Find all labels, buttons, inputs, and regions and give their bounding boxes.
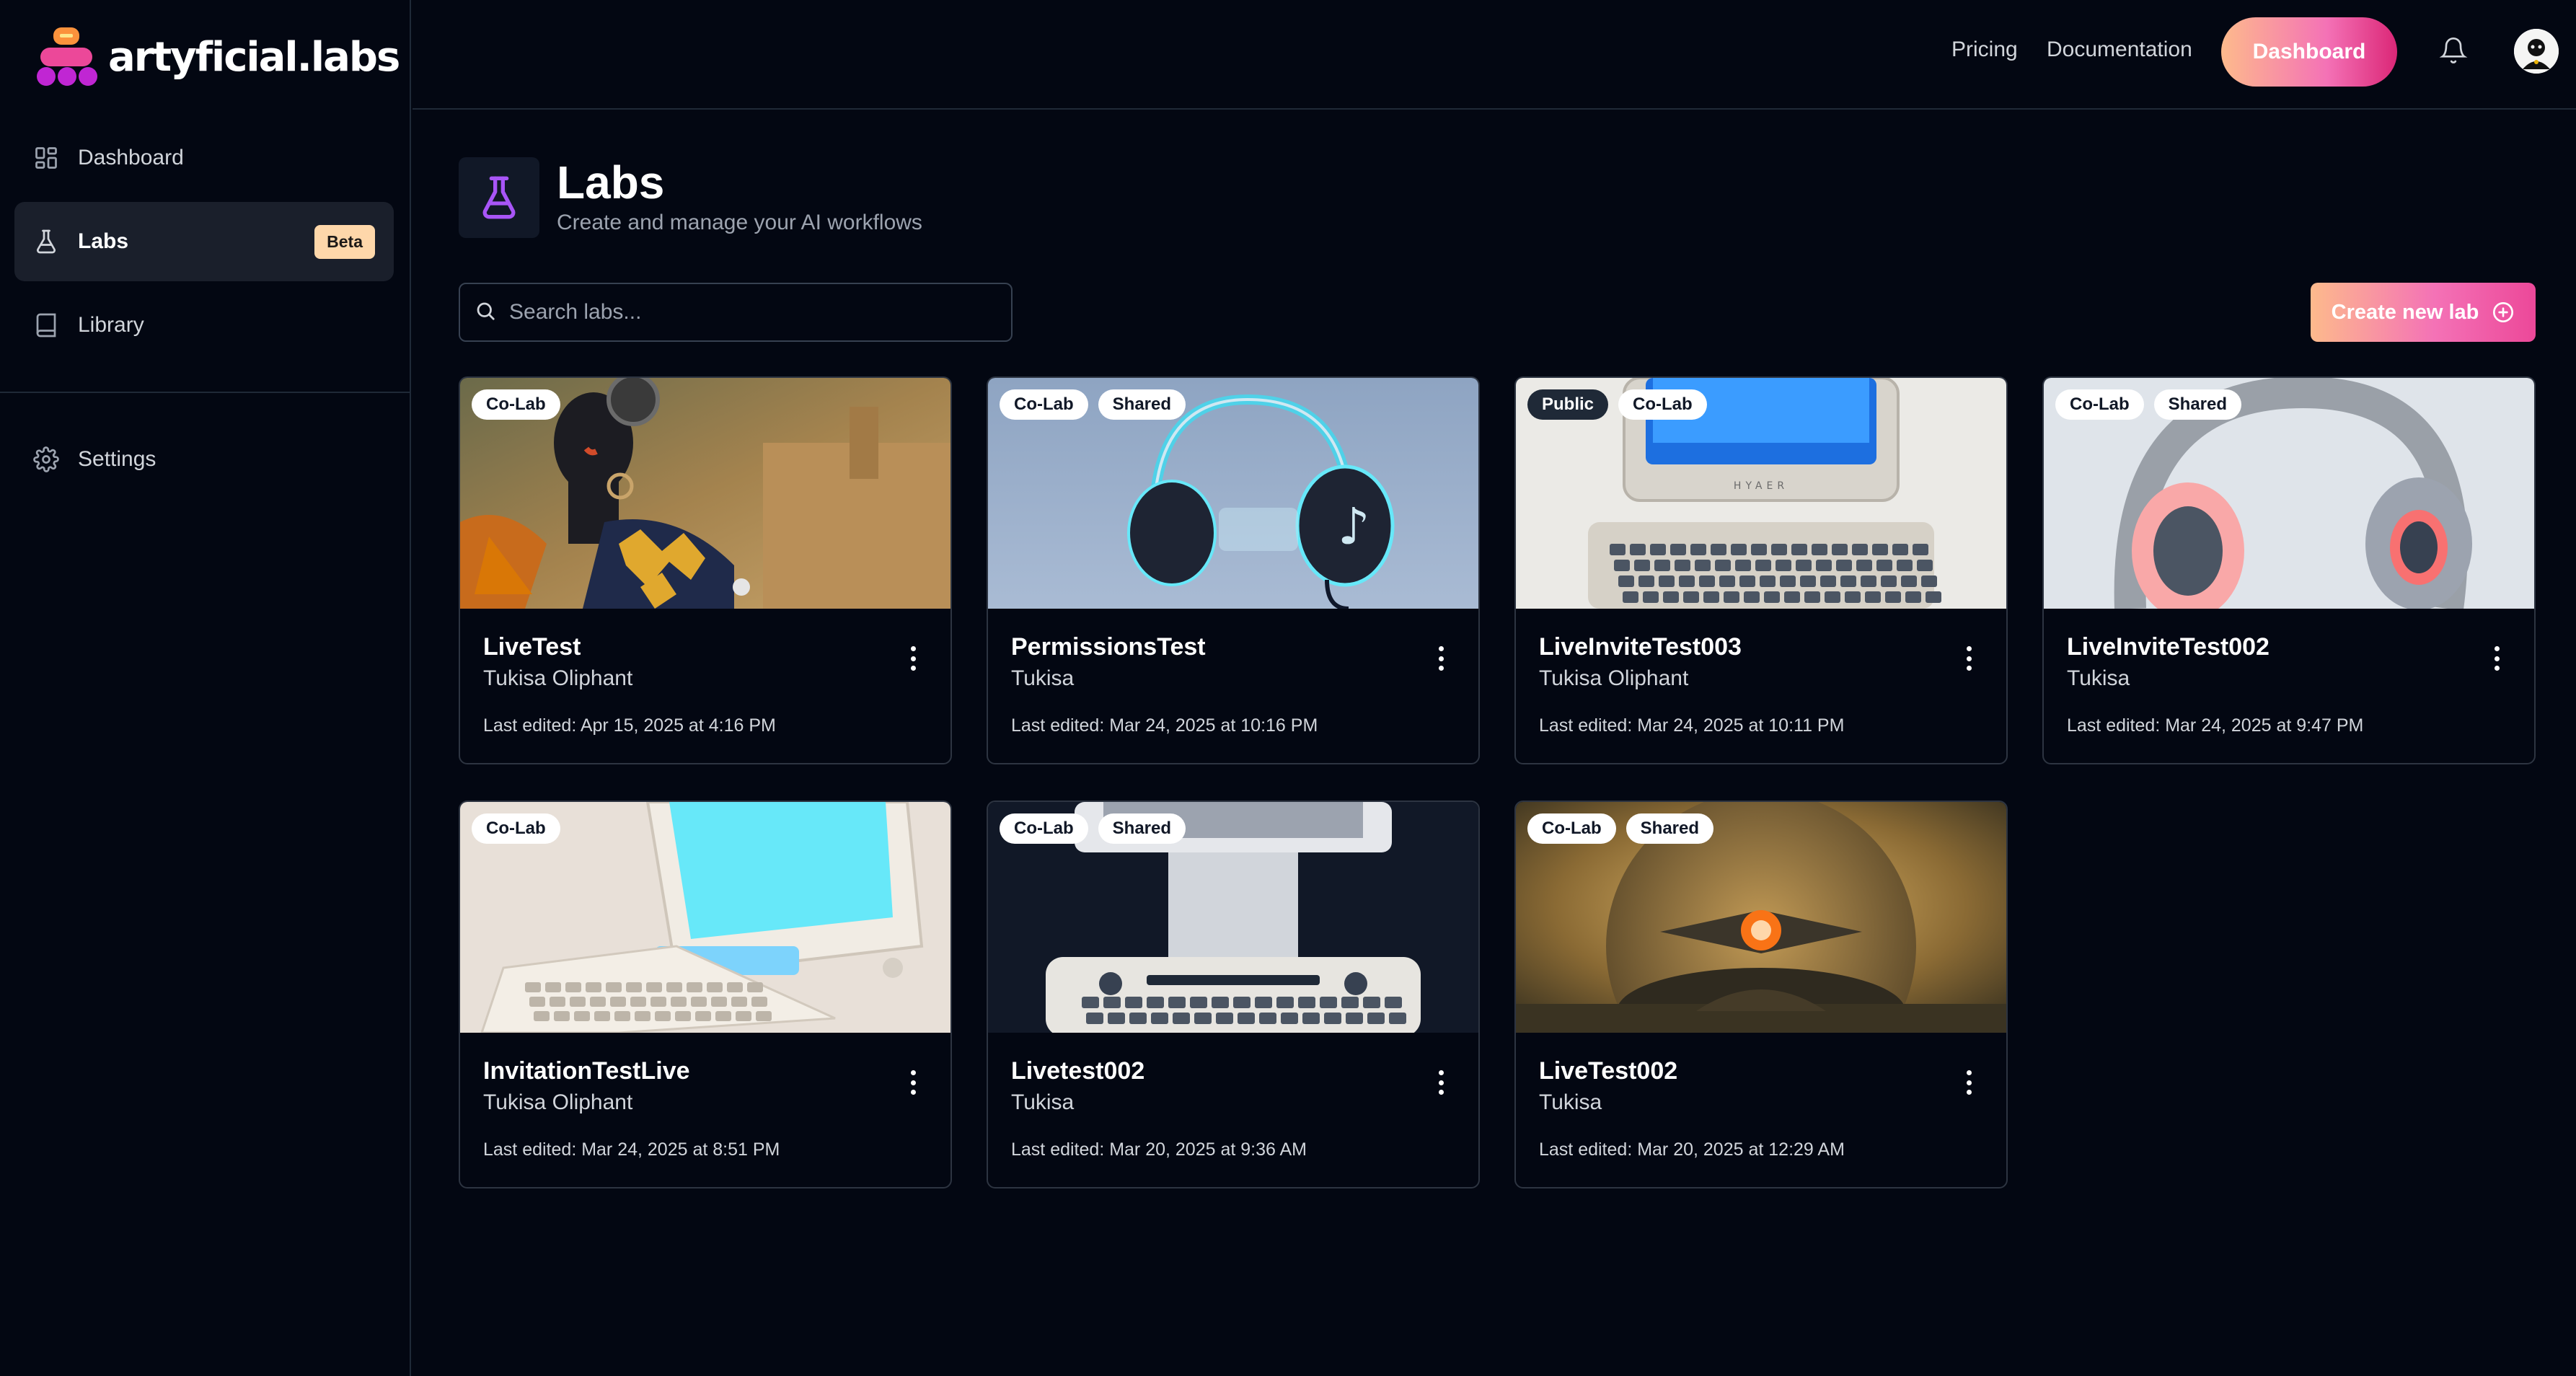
more-options-icon[interactable] — [907, 1070, 919, 1095]
sidebar-divider — [0, 392, 411, 393]
lab-title: LiveInviteTest002 — [2067, 633, 2270, 661]
lab-card-livetest002-b[interactable]: Co-Lab Shared LiveTest002 Tukisa Last ed… — [1514, 801, 2008, 1188]
status-badge: Shared — [1098, 389, 1186, 420]
lab-card-livetest[interactable]: Co-Lab LiveTest Tukisa Oliphant Last edi… — [459, 376, 952, 764]
badge-group: Co-Lab Shared — [1000, 813, 1186, 844]
more-options-icon[interactable] — [1963, 1070, 1975, 1095]
lab-card-livetest002[interactable]: Co-Lab Shared Livetest002 Tukisa Last ed… — [987, 801, 1480, 1188]
documentation-link[interactable]: Documentation — [2047, 38, 2192, 62]
sidebar-item-label: Dashboard — [78, 146, 184, 169]
sidebar-item-label: Settings — [78, 447, 156, 471]
page-subtitle: Create and manage your AI workflows — [557, 211, 922, 234]
lab-card-permissionstest[interactable]: ♪ Co-Lab Shared PermissionsTest Tukisa L… — [987, 376, 1480, 764]
lab-owner: Tukisa Oliphant — [1539, 666, 1689, 690]
lab-last-edited: Last edited: Mar 24, 2025 at 10:16 PM — [1011, 715, 1318, 736]
badge-group: Co-Lab Shared — [1527, 813, 1714, 844]
badge-group: Co-Lab Shared — [1000, 389, 1186, 420]
more-options-icon[interactable] — [2491, 646, 2502, 671]
status-badge: Co-Lab — [1000, 389, 1088, 420]
flask-icon — [32, 227, 61, 256]
lab-last-edited: Last edited: Mar 24, 2025 at 10:11 PM — [1539, 715, 1845, 736]
sidebar: artyficial.labs Dashboard Labs Beta Libr… — [0, 0, 411, 1376]
more-options-icon[interactable] — [1435, 1070, 1447, 1095]
flask-icon — [482, 176, 516, 219]
status-badge: Shared — [2153, 389, 2242, 420]
badge-group: Co-Lab — [472, 813, 560, 844]
status-badge: Co-Lab — [2055, 389, 2144, 420]
gear-icon — [32, 445, 61, 474]
lab-owner: Tukisa Oliphant — [483, 1090, 633, 1114]
page-title: Labs — [557, 156, 665, 208]
logo-icon — [36, 26, 98, 88]
badge-group: Public Co-Lab — [1527, 389, 1707, 420]
sidebar-item-library[interactable]: Library — [14, 286, 394, 365]
lab-last-edited: Last edited: Mar 24, 2025 at 8:51 PM — [483, 1139, 780, 1160]
lab-last-edited: Last edited: Apr 15, 2025 at 4:16 PM — [483, 715, 776, 736]
pricing-link[interactable]: Pricing — [1951, 38, 2018, 62]
status-badge: Co-Lab — [472, 813, 560, 844]
sidebar-item-settings[interactable]: Settings — [14, 420, 394, 499]
search-input[interactable] — [509, 300, 971, 325]
status-badge: Shared — [1626, 813, 1714, 844]
status-badge: Co-Lab — [1527, 813, 1616, 844]
lab-card-invitationtestlive[interactable]: Co-Lab InvitationTestLive Tukisa Oliphan… — [459, 801, 952, 1188]
search-box[interactable] — [459, 283, 1013, 342]
lab-title: Livetest002 — [1011, 1057, 1145, 1085]
status-badge: Co-Lab — [472, 389, 560, 420]
beta-badge: Beta — [314, 225, 375, 259]
status-badge: Co-Lab — [1618, 389, 1707, 420]
create-new-lab-button[interactable]: Create new lab — [2311, 283, 2536, 342]
badge-group: Co-Lab — [472, 389, 560, 420]
sidebar-item-dashboard[interactable]: Dashboard — [14, 118, 394, 198]
sidebar-item-label: Library — [78, 313, 144, 337]
lab-owner: Tukisa — [2067, 666, 2130, 690]
sidebar-item-label: Labs — [78, 229, 129, 253]
status-badge: Public — [1527, 389, 1609, 420]
book-icon — [32, 311, 61, 340]
status-badge: Shared — [1098, 813, 1186, 844]
badge-group: Co-Lab Shared — [2055, 389, 2242, 420]
user-avatar[interactable] — [2514, 29, 2559, 74]
lab-owner: Tukisa — [1011, 666, 1075, 690]
more-options-icon[interactable] — [907, 646, 919, 671]
plus-circle-icon — [2492, 301, 2515, 324]
lab-title: LiveInviteTest003 — [1539, 633, 1742, 661]
lab-title: PermissionsTest — [1011, 633, 1206, 661]
lab-owner: Tukisa — [1539, 1090, 1602, 1114]
dashboard-grid-icon — [32, 144, 61, 172]
lab-card-liveinvitetest003[interactable]: HYAER Public Co-Lab LiveInviteTest003 Tu… — [1514, 376, 2008, 764]
lab-title: LiveTest002 — [1539, 1057, 1678, 1085]
dashboard-button[interactable]: Dashboard — [2221, 17, 2397, 87]
more-options-icon[interactable] — [1435, 646, 1447, 671]
sidebar-item-labs[interactable]: Labs Beta — [14, 202, 394, 281]
search-icon — [475, 300, 496, 325]
svg-text:♪: ♪ — [1338, 497, 1370, 556]
create-button-label: Create new lab — [2331, 300, 2479, 324]
status-badge: Co-Lab — [1000, 813, 1088, 844]
lab-last-edited: Last edited: Mar 24, 2025 at 9:47 PM — [2067, 715, 2364, 736]
brand-logo[interactable]: artyficial.labs — [36, 25, 400, 89]
brand-name: artyficial.labs — [108, 33, 400, 81]
lab-card-liveinvitetest002[interactable]: Co-Lab Shared LiveInviteTest002 Tukisa L… — [2042, 376, 2536, 764]
lab-title: InvitationTestLive — [483, 1057, 690, 1085]
lab-owner: Tukisa — [1011, 1090, 1075, 1114]
lab-title: LiveTest — [483, 633, 581, 661]
lab-last-edited: Last edited: Mar 20, 2025 at 9:36 AM — [1011, 1139, 1307, 1160]
more-options-icon[interactable] — [1963, 646, 1975, 671]
keyboard-brand-text: HYAER — [1734, 480, 1788, 492]
bell-icon[interactable] — [2439, 35, 2468, 66]
lab-owner: Tukisa Oliphant — [483, 666, 633, 690]
labs-header-icon — [459, 157, 539, 238]
lab-last-edited: Last edited: Mar 20, 2025 at 12:29 AM — [1539, 1139, 1845, 1160]
